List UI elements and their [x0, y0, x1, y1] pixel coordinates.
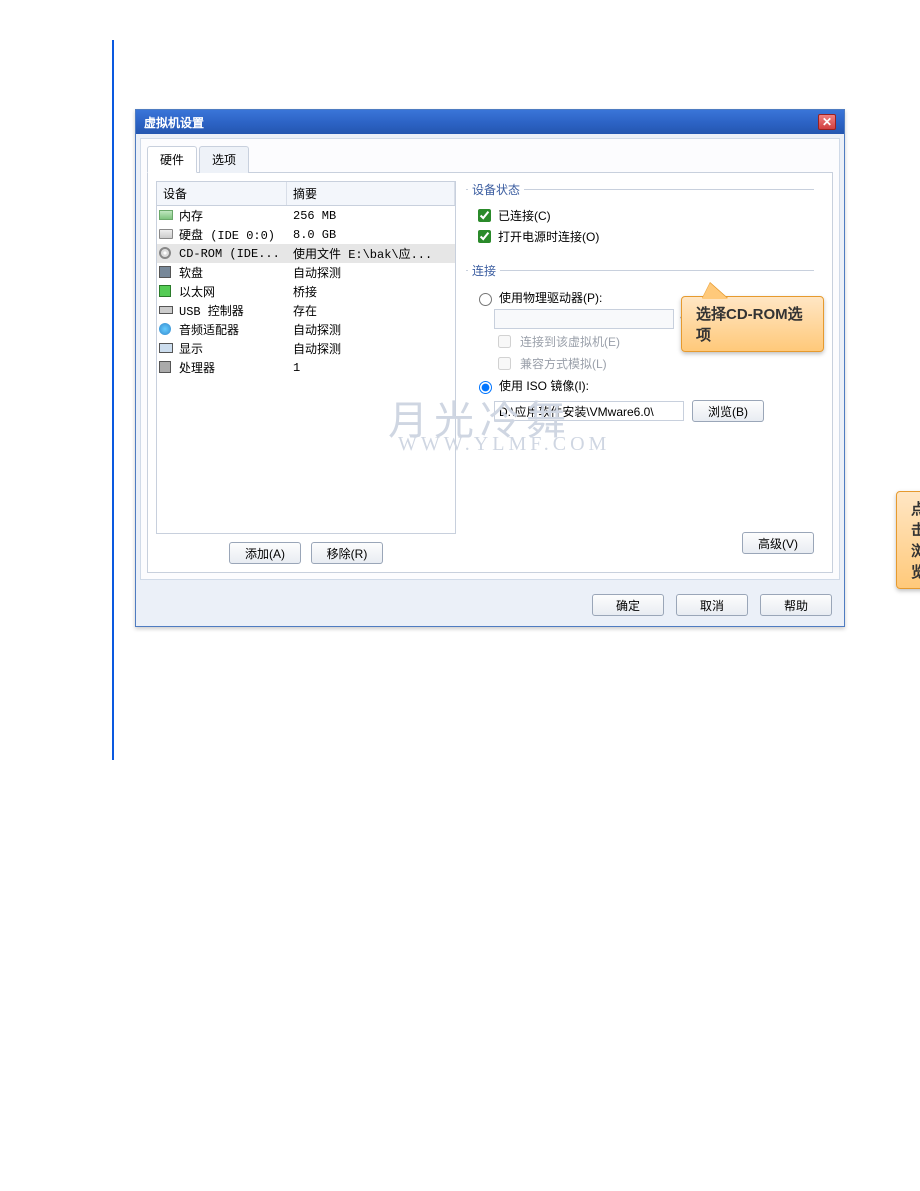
dialog-button-bar: 确定 取消 帮助 [136, 584, 844, 626]
connect-poweron-checkbox-row[interactable]: 打开电源时连接(O) [474, 227, 812, 246]
device-summary: 存在 [293, 302, 453, 319]
close-icon: ✕ [822, 116, 832, 128]
display-icon [159, 343, 173, 353]
device-name: 以太网 [179, 283, 293, 300]
device-row-disk[interactable]: 硬盘 (IDE 0:0) 8.0 GB [157, 225, 455, 244]
device-name: 内存 [179, 207, 293, 224]
advanced-button-row: 高级(V) [742, 532, 814, 554]
tab-body-hardware: 月光冷舞 WWW.YLMF.COM 设备 摘要 内存 256 MB [147, 173, 833, 573]
connected-label: 已连接(C) [498, 207, 551, 224]
device-row-audio[interactable]: 音频适配器 自动探测 [157, 320, 455, 339]
device-name: USB 控制器 [179, 302, 293, 319]
device-row-memory[interactable]: 内存 256 MB [157, 206, 455, 225]
callout-click-browse: 点击浏览 [896, 491, 920, 589]
physical-drive-combo [494, 309, 674, 329]
iso-path-row: 浏览(B) [494, 400, 812, 422]
device-row-cdrom[interactable]: CD-ROM (IDE... 使用文件 E:\bak\应... [157, 244, 455, 263]
use-physical-label: 使用物理驱动器(P): [499, 289, 602, 306]
tab-options[interactable]: 选项 [199, 146, 249, 173]
usb-icon [159, 306, 173, 314]
device-name: 软盘 [179, 264, 293, 281]
memory-icon [159, 210, 173, 220]
iso-path-input[interactable] [494, 401, 684, 421]
help-button[interactable]: 帮助 [760, 594, 832, 616]
vm-settings-window: 虚拟机设置 ✕ 硬件 选项 月光冷舞 WWW.YLMF.COM 设备 摘要 [135, 109, 845, 627]
device-name: 显示 [179, 340, 293, 357]
device-summary: 1 [293, 361, 453, 375]
device-summary: 使用文件 E:\bak\应... [293, 245, 453, 262]
connect-to-vm-label: 连接到该虚拟机(E) [520, 333, 620, 350]
close-button[interactable]: ✕ [818, 114, 836, 130]
device-row-usb[interactable]: USB 控制器 存在 [157, 301, 455, 320]
cancel-button[interactable]: 取消 [676, 594, 748, 616]
device-list-header: 设备 摘要 [157, 182, 455, 206]
device-summary: 自动探测 [293, 321, 453, 338]
callout-text: 点击浏览 [911, 501, 920, 581]
col-summary: 摘要 [287, 182, 455, 205]
cpu-icon [159, 361, 171, 373]
add-device-button[interactable]: 添加(A) [229, 542, 301, 564]
floppy-icon [159, 266, 171, 278]
browse-button[interactable]: 浏览(B) [692, 400, 764, 422]
connect-to-vm-checkbox [498, 335, 511, 348]
page-left-accent [112, 40, 114, 760]
use-iso-radio-row[interactable]: 使用 ISO 镜像(I): [474, 377, 812, 394]
window-title: 虚拟机设置 [144, 114, 204, 131]
ok-button[interactable]: 确定 [592, 594, 664, 616]
callout-select-cdrom: 选择CD-ROM选项 [681, 296, 824, 352]
device-summary: 自动探测 [293, 264, 453, 281]
device-status-group: 设备状态 已连接(C) 打开电源时连接(O) [466, 181, 814, 252]
audio-icon [159, 323, 171, 335]
client-area: 硬件 选项 月光冷舞 WWW.YLMF.COM 设备 摘要 内存 [140, 138, 840, 580]
ethernet-icon [159, 285, 171, 297]
advanced-button[interactable]: 高级(V) [742, 532, 814, 554]
device-name: CD-ROM (IDE... [179, 247, 293, 261]
connect-poweron-label: 打开电源时连接(O) [498, 228, 599, 245]
device-name: 音频适配器 [179, 321, 293, 338]
tab-hardware[interactable]: 硬件 [147, 146, 197, 173]
device-summary: 自动探测 [293, 340, 453, 357]
device-list[interactable]: 设备 摘要 内存 256 MB 硬盘 (IDE 0:0) 8.0 GB [156, 181, 456, 534]
compat-mode-checkbox [498, 357, 511, 370]
right-panel: 设备状态 已连接(C) 打开电源时连接(O) 连接 使用物理驱动器(P): [456, 181, 824, 564]
use-iso-label: 使用 ISO 镜像(I): [499, 377, 589, 394]
connected-checkbox-row[interactable]: 已连接(C) [474, 206, 812, 225]
cdrom-icon [159, 247, 171, 259]
device-row-display[interactable]: 显示 自动探测 [157, 339, 455, 358]
device-row-cpu[interactable]: 处理器 1 [157, 358, 455, 377]
compat-mode-label: 兼容方式模拟(L) [520, 355, 607, 372]
group-title-status: 设备状态 [468, 181, 524, 198]
remove-device-button[interactable]: 移除(R) [311, 542, 383, 564]
connected-checkbox[interactable] [478, 209, 491, 222]
group-title-connection: 连接 [468, 262, 500, 279]
device-summary: 8.0 GB [293, 228, 453, 242]
left-panel: 设备 摘要 内存 256 MB 硬盘 (IDE 0:0) 8.0 GB [156, 181, 456, 564]
device-name: 硬盘 (IDE 0:0) [179, 226, 293, 243]
device-summary: 256 MB [293, 209, 453, 223]
tab-label: 硬件 [160, 153, 184, 167]
tabstrip: 硬件 选项 [147, 145, 833, 173]
device-summary: 桥接 [293, 283, 453, 300]
titlebar: 虚拟机设置 ✕ [136, 110, 844, 134]
device-buttons: 添加(A) 移除(R) [156, 542, 456, 564]
col-device: 设备 [157, 182, 287, 205]
disk-icon [159, 229, 173, 239]
device-name: 处理器 [179, 359, 293, 376]
use-physical-radio[interactable] [479, 293, 492, 306]
device-row-floppy[interactable]: 软盘 自动探测 [157, 263, 455, 282]
connect-poweron-checkbox[interactable] [478, 230, 491, 243]
use-iso-radio[interactable] [479, 381, 492, 394]
callout-text: 选择CD-ROM选项 [696, 306, 803, 344]
compat-mode-row: 兼容方式模拟(L) [494, 354, 812, 373]
tab-label: 选项 [212, 153, 236, 167]
callout-tail-icon [702, 283, 728, 299]
device-row-ethernet[interactable]: 以太网 桥接 [157, 282, 455, 301]
